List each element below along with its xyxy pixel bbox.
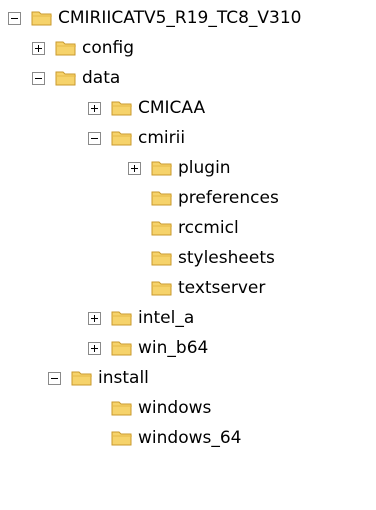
tree-node-cmirii[interactable]: cmirii <box>88 123 185 153</box>
tree-node-label: textserver <box>178 278 266 298</box>
folder-icon <box>151 161 172 176</box>
folder-icon <box>55 71 76 86</box>
tree-node-label: cmirii <box>138 128 186 148</box>
folder-icon <box>151 221 172 236</box>
folder-icon <box>111 101 132 116</box>
tree-node-label: CMIRIICATV5_R19_TC8_V310 <box>58 8 302 28</box>
tree-node-label: config <box>82 38 135 58</box>
tree-node-windows-64[interactable]: windows_64 <box>111 423 242 453</box>
tree-node-label: win_b64 <box>138 338 209 358</box>
tree-node-label: intel_a <box>138 308 195 328</box>
tree-node-label: windows <box>138 398 212 418</box>
folder-icon <box>111 431 132 446</box>
collapse-toggle[interactable] <box>32 71 45 85</box>
tree-node-textserver[interactable]: textserver <box>151 273 265 303</box>
tree-node-install[interactable]: install <box>48 363 149 393</box>
tree-node-label: stylesheets <box>178 248 275 268</box>
tree-node-label: data <box>82 68 121 88</box>
tree-node-intel-a[interactable]: intel_a <box>88 303 194 333</box>
tree-node-win-b64[interactable]: win_b64 <box>88 333 208 363</box>
folder-icon <box>71 371 92 386</box>
folder-icon <box>151 191 172 206</box>
tree-node-config[interactable]: config <box>32 33 134 63</box>
folder-icon <box>111 341 132 356</box>
collapse-toggle[interactable] <box>48 371 61 385</box>
tree-node-label: preferences <box>178 188 279 208</box>
tree-node-cmicaa[interactable]: CMICAA <box>88 93 205 123</box>
collapse-toggle[interactable] <box>8 11 21 25</box>
expand-toggle[interactable] <box>88 101 101 115</box>
expand-toggle[interactable] <box>88 311 101 325</box>
tree-node-label: CMICAA <box>138 98 206 118</box>
tree-node-windows[interactable]: windows <box>111 393 211 423</box>
folder-icon <box>151 281 172 296</box>
tree-node-stylesheets[interactable]: stylesheets <box>151 243 275 273</box>
expand-toggle[interactable] <box>32 41 45 55</box>
tree-node-label: rccmicl <box>178 218 239 238</box>
tree-node-data[interactable]: data <box>32 63 120 93</box>
expand-toggle[interactable] <box>128 161 141 175</box>
tree-node-label: plugin <box>178 158 231 178</box>
folder-tree: CMIRIICATV5_R19_TC8_V310 config data CMI… <box>0 0 376 510</box>
tree-node-preferences[interactable]: preferences <box>151 183 279 213</box>
folder-icon <box>111 131 132 146</box>
tree-node-cmiriicatv5[interactable]: CMIRIICATV5_R19_TC8_V310 <box>8 3 302 33</box>
expand-toggle[interactable] <box>88 341 101 355</box>
folder-icon <box>31 11 52 26</box>
folder-icon <box>55 41 76 56</box>
tree-node-rccmicl[interactable]: rccmicl <box>151 213 239 243</box>
folder-icon <box>111 401 132 416</box>
collapse-toggle[interactable] <box>88 131 101 145</box>
tree-node-label: install <box>98 368 149 388</box>
tree-node-plugin[interactable]: plugin <box>128 153 231 183</box>
folder-icon <box>151 251 172 266</box>
tree-node-label: windows_64 <box>138 428 242 448</box>
folder-icon <box>111 311 132 326</box>
